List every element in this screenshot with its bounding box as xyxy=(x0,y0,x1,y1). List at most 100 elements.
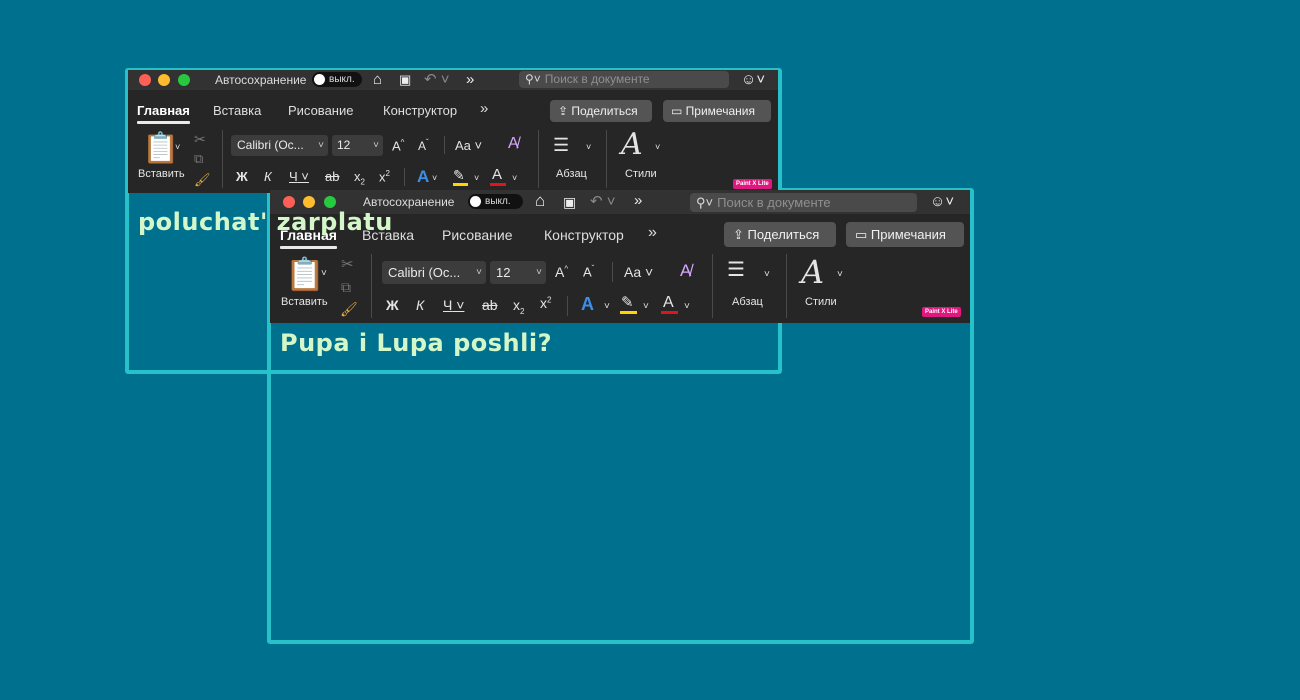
styles-icon[interactable]: A xyxy=(801,256,824,288)
highlight-dropdown-icon[interactable]: ˅ xyxy=(474,174,479,183)
tab-home[interactable]: Главная xyxy=(137,103,190,124)
paragraph-icon[interactable]: ☰ xyxy=(553,136,569,154)
text-effects-dropdown-icon[interactable]: ˅ xyxy=(604,302,610,312)
comments-button[interactable]: ▭ Примечания xyxy=(663,100,771,122)
styles-label: Стили xyxy=(805,296,837,308)
zoom-button[interactable] xyxy=(324,196,336,208)
undo-icon[interactable]: ↶ ˅ xyxy=(590,193,616,211)
paragraph-icon[interactable]: ☰ xyxy=(727,260,745,280)
text-effects-button[interactable]: A xyxy=(417,167,429,187)
superscript-button[interactable]: x2 xyxy=(540,295,551,311)
paragraph-label: Абзац xyxy=(556,168,587,180)
autosave-label: Автосохранение xyxy=(363,195,455,209)
styles-icon[interactable]: A xyxy=(621,130,643,160)
tab-insert[interactable]: Вставка xyxy=(213,103,261,118)
tab-design[interactable]: Конструктор xyxy=(544,227,624,243)
close-button[interactable] xyxy=(283,196,295,208)
paragraph-dropdown-icon[interactable]: ˅ xyxy=(764,270,770,280)
font-name-select[interactable]: Calibri (Ос... ˅ xyxy=(231,135,328,156)
comment-icon: ▭ xyxy=(855,227,871,242)
grow-font-button[interactable]: A^ xyxy=(555,264,568,280)
tab-draw[interactable]: Рисование xyxy=(288,103,353,118)
paragraph-dropdown-icon[interactable]: ˅ xyxy=(586,143,591,152)
paste-dropdown-icon[interactable]: ˅ xyxy=(175,143,180,152)
home-icon[interactable]: ⌂ xyxy=(373,71,382,89)
shrink-font-button[interactable]: Aˇ xyxy=(418,138,429,153)
highlight-icon[interactable]: ✎ xyxy=(453,168,465,182)
shrink-font-button[interactable]: Aˇ xyxy=(583,264,594,279)
share-icon: ⇪ xyxy=(558,104,572,118)
word-window-back: Автосохранение выкл. ⌂ ▣ ↶ ˅ » ⚲˅ Поиск в… xyxy=(128,70,778,193)
format-painter-icon[interactable]: 🖌 xyxy=(340,302,358,316)
italic-button[interactable]: К xyxy=(264,169,272,184)
search-field[interactable]: ⚲˅ Поиск в документе xyxy=(519,71,729,88)
minimize-button[interactable] xyxy=(303,196,315,208)
underline-button[interactable]: Ч ˅ xyxy=(289,169,309,184)
format-painter-icon[interactable]: 🖌 xyxy=(194,173,211,186)
autosave-toggle[interactable]: выкл. xyxy=(468,194,523,209)
font-size-select[interactable]: 12 ˅ xyxy=(490,261,546,284)
save-icon[interactable]: ▣ xyxy=(563,193,576,211)
superscript-button[interactable]: x2 xyxy=(379,169,390,184)
tab-design[interactable]: Конструктор xyxy=(383,103,457,118)
autosave-toggle[interactable]: выкл. xyxy=(312,72,362,87)
styles-dropdown-icon[interactable]: ˅ xyxy=(655,143,660,152)
tabs-overflow-icon[interactable]: » xyxy=(480,100,488,117)
smiley-icon[interactable]: ☺˅ xyxy=(741,71,765,89)
minimize-button[interactable] xyxy=(158,74,170,86)
save-icon[interactable]: ▣ xyxy=(399,71,411,89)
grow-font-button[interactable]: A^ xyxy=(392,138,404,153)
caption-front: Pupa i Lupa poshli? xyxy=(280,329,553,357)
search-icon: ⚲˅ xyxy=(525,72,541,86)
italic-button[interactable]: К xyxy=(416,297,424,313)
overflow-icon[interactable]: » xyxy=(466,71,474,89)
copy-icon[interactable]: ⧉ xyxy=(194,152,203,165)
overflow-icon[interactable]: » xyxy=(634,192,642,210)
tab-draw[interactable]: Рисование xyxy=(442,227,513,243)
clear-format-icon[interactable]: A̸ xyxy=(508,136,519,152)
font-name-select[interactable]: Calibri (Ос... ˅ xyxy=(382,261,486,284)
highlight-icon[interactable]: ✎ xyxy=(621,295,634,310)
paste-icon[interactable]: 📋 xyxy=(285,258,325,290)
undo-icon[interactable]: ↶ ˅ xyxy=(424,71,450,89)
paste-label: Вставить xyxy=(138,168,185,180)
comments-button[interactable]: ▭ Примечания xyxy=(846,222,964,247)
font-color-button[interactable]: A xyxy=(492,166,502,183)
share-button[interactable]: ⇪ Поделиться xyxy=(550,100,652,122)
paste-label: Вставить xyxy=(281,296,328,308)
strikethrough-button[interactable]: ab xyxy=(482,297,498,313)
change-case-button[interactable]: Aa ˅ xyxy=(455,138,482,153)
styles-dropdown-icon[interactable]: ˅ xyxy=(837,270,843,280)
font-size-select[interactable]: 12 ˅ xyxy=(332,135,383,156)
share-button[interactable]: ⇪ Поделиться xyxy=(724,222,836,247)
highlight-dropdown-icon[interactable]: ˅ xyxy=(643,302,649,312)
underline-button[interactable]: Ч ˅ xyxy=(443,297,464,313)
search-field[interactable]: ⚲˅ Поиск в документе xyxy=(690,193,917,212)
search-icon: ⚲˅ xyxy=(696,195,714,210)
cut-icon[interactable]: ✂ xyxy=(341,257,354,272)
smiley-icon[interactable]: ☺˅ xyxy=(930,193,954,211)
zoom-button[interactable] xyxy=(178,74,190,86)
font-color-button[interactable]: A xyxy=(663,294,674,312)
change-case-button[interactable]: Aa ˅ xyxy=(624,264,653,280)
text-effects-button[interactable]: A xyxy=(581,294,594,315)
clear-format-icon[interactable]: A̸ xyxy=(680,262,691,279)
subscript-button[interactable]: x2 xyxy=(513,297,524,316)
copy-icon[interactable]: ⧉ xyxy=(341,280,351,294)
styles-label: Стили xyxy=(625,168,657,180)
subscript-button[interactable]: x2 xyxy=(354,169,365,187)
strikethrough-button[interactable]: ab xyxy=(325,169,339,184)
tabs-overflow-icon[interactable]: » xyxy=(648,224,657,242)
bold-button[interactable]: Ж xyxy=(386,297,399,313)
autosave-label: Автосохранение xyxy=(215,73,307,87)
share-icon: ⇪ xyxy=(733,227,748,242)
text-effects-dropdown-icon[interactable]: ˅ xyxy=(432,174,437,183)
paste-dropdown-icon[interactable]: ˅ xyxy=(321,269,327,279)
font-color-dropdown-icon[interactable]: ˅ xyxy=(684,302,690,312)
paste-icon[interactable]: 📋 xyxy=(142,134,179,164)
font-color-dropdown-icon[interactable]: ˅ xyxy=(512,174,517,183)
bold-button[interactable]: Ж xyxy=(236,169,248,184)
close-button[interactable] xyxy=(139,74,151,86)
home-icon[interactable]: ⌂ xyxy=(535,192,545,210)
cut-icon[interactable]: ✂ xyxy=(194,132,206,146)
